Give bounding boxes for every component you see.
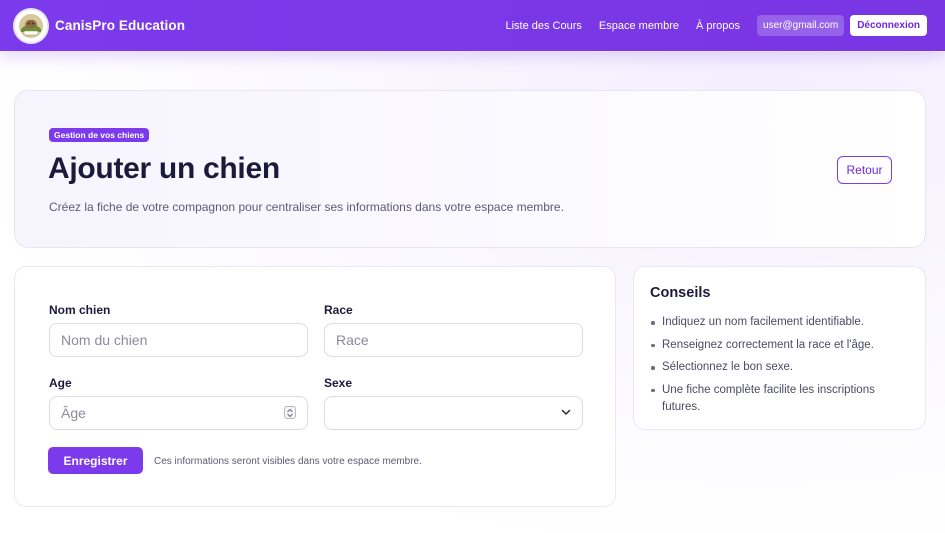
page-header-card: Gestion de vos chiens Ajouter un chien C… [14,90,926,248]
page-title: Ajouter un chien [48,152,280,185]
tips-card: Conseils Indiquez un nom facilement iden… [633,266,926,430]
nav-link-courses[interactable]: Liste des Cours [505,20,581,32]
logout-button[interactable]: Déconnexion [850,15,927,36]
nav-link-member-area[interactable]: Espace membre [599,20,679,32]
brand-name[interactable]: CanisPro Education [55,18,185,33]
sex-select-box[interactable] [324,396,583,430]
main-nav: Liste des Cours Espace membre À propos u… [505,15,927,36]
save-note: Ces informations seront visibles dans vo… [154,456,422,467]
dog-form-card: Nom chien Race Age Sexe Enregistrer Ces … [14,266,616,507]
tips-list-item: Renseignez correctement la race et l'âge… [650,337,912,354]
tips-list-item: Une fiche complète facilite les inscript… [650,382,912,416]
dog-name-label: Nom chien [49,303,111,317]
brand-logo[interactable] [13,7,49,44]
breed-label: Race [324,303,353,317]
tips-list-item: Sélectionnez le bon sexe. [650,359,912,376]
tips-list-item: Indiquez un nom facilement identifiable. [650,314,912,331]
chevron-down-icon [561,409,571,415]
back-button[interactable]: Retour [837,156,892,184]
age-label: Age [49,376,72,390]
number-stepper-icon[interactable] [284,406,296,419]
section-badge: Gestion de vos chiens [49,128,150,142]
age-field-wrapper [49,396,308,430]
user-email-badge: user@gmail.com [757,15,845,36]
breed-input[interactable] [324,323,583,357]
dog-name-input[interactable] [49,323,308,357]
age-input[interactable] [49,396,308,430]
stepper-arrows-icon [287,408,293,417]
nav-link-about[interactable]: À propos [696,20,740,32]
save-button[interactable]: Enregistrer [48,447,143,474]
page-subtitle: Créez la fiche de votre compagnon pour c… [49,200,564,214]
sex-label: Sexe [324,376,353,390]
tips-list: Indiquez un nom facilement identifiable.… [650,314,912,421]
top-navbar: CanisPro Education Liste des Cours Espac… [0,0,945,51]
tips-title: Conseils [650,285,711,301]
dog-logo-icon [16,10,46,41]
sex-select[interactable] [324,396,583,430]
